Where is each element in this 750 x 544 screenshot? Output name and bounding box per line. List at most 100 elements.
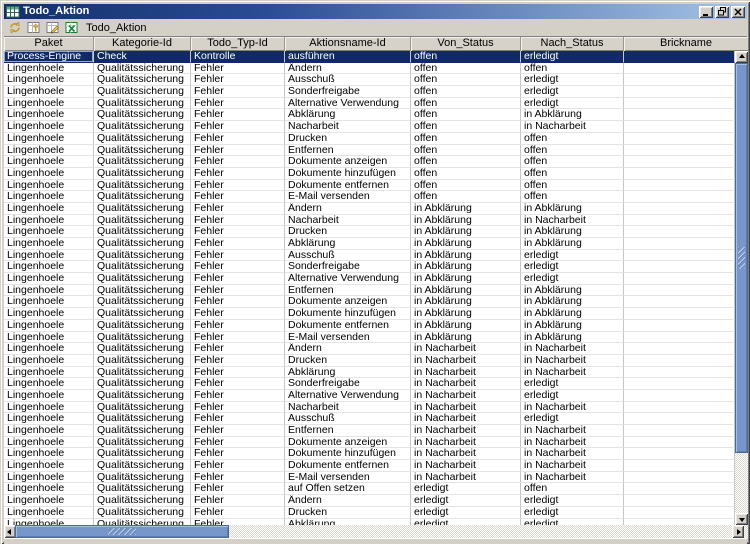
column-header-todo-typ-id[interactable]: Todo_Typ-Id: [191, 37, 285, 51]
cell[interactable]: in Abklärung: [411, 226, 521, 238]
horizontal-scroll-thumb[interactable]: [15, 525, 229, 538]
cell[interactable]: [624, 191, 735, 203]
table-row[interactable]: LingenhoeleQualitätssicherungFehlerNacha…: [4, 215, 735, 227]
cell[interactable]: Dokumente entfernen: [285, 320, 411, 332]
cell[interactable]: [624, 133, 735, 145]
cell[interactable]: Qualitätssicherung: [94, 343, 191, 355]
cell[interactable]: erledigt: [411, 483, 521, 495]
refresh-button[interactable]: [6, 20, 24, 36]
cell[interactable]: [624, 261, 735, 273]
cell[interactable]: Qualitätssicherung: [94, 378, 191, 390]
cell[interactable]: Fehler: [191, 483, 285, 495]
cell[interactable]: in Nacharbeit: [521, 448, 624, 460]
cell[interactable]: [624, 390, 735, 402]
cell[interactable]: Qualitätssicherung: [94, 203, 191, 215]
cell[interactable]: [624, 285, 735, 297]
cell[interactable]: [624, 296, 735, 308]
cell[interactable]: [624, 343, 735, 355]
cell[interactable]: offen: [411, 156, 521, 168]
cell[interactable]: Fehler: [191, 460, 285, 472]
cell[interactable]: Qualitätssicherung: [94, 156, 191, 168]
cell[interactable]: Lingenhoele: [4, 145, 94, 157]
cell[interactable]: Lingenhoele: [4, 168, 94, 180]
cell[interactable]: Lingenhoele: [4, 98, 94, 110]
cell[interactable]: in Nacharbeit: [521, 460, 624, 472]
cell[interactable]: [624, 273, 735, 285]
cell[interactable]: offen: [521, 145, 624, 157]
cell[interactable]: [624, 320, 735, 332]
cell[interactable]: Lingenhoele: [4, 367, 94, 379]
cell[interactable]: in Nacharbeit: [411, 355, 521, 367]
cell[interactable]: [624, 507, 735, 519]
cell[interactable]: Fehler: [191, 98, 285, 110]
column-header-brickname[interactable]: Brickname: [624, 37, 748, 51]
cell[interactable]: Fehler: [191, 86, 285, 98]
cell[interactable]: [624, 121, 735, 133]
table-row[interactable]: LingenhoeleQualitätssicherungFehlerDokum…: [4, 308, 735, 320]
cell[interactable]: Entfernen: [285, 425, 411, 437]
cell[interactable]: Sonderfreigabe: [285, 86, 411, 98]
table-row[interactable]: LingenhoeleQualitätssicherungFehlerauf O…: [4, 483, 735, 495]
cell[interactable]: offen: [521, 483, 624, 495]
table-row[interactable]: LingenhoeleQualitätssicherungFehlerAlter…: [4, 98, 735, 110]
cell[interactable]: Qualitätssicherung: [94, 86, 191, 98]
cell[interactable]: Abklärung: [285, 109, 411, 121]
cell[interactable]: in Abklärung: [521, 320, 624, 332]
cell[interactable]: in Nacharbeit: [411, 367, 521, 379]
table-row[interactable]: LingenhoeleQualitätssicherungFehlerDokum…: [4, 156, 735, 168]
column-header-nach-status[interactable]: Nach_Status: [521, 37, 624, 51]
table-row[interactable]: LingenhoeleQualitätssicherungFehlerDokum…: [4, 320, 735, 332]
cell[interactable]: [624, 355, 735, 367]
cell[interactable]: in Nacharbeit: [411, 448, 521, 460]
cell[interactable]: in Nacharbeit: [521, 437, 624, 449]
table-row[interactable]: LingenhoeleQualitätssicherungFehlerÄnder…: [4, 203, 735, 215]
cell[interactable]: Fehler: [191, 109, 285, 121]
cell[interactable]: in Nacharbeit: [411, 460, 521, 472]
cell[interactable]: in Nacharbeit: [521, 215, 624, 227]
table-row[interactable]: LingenhoeleQualitätssicherungFehlerAbklä…: [4, 109, 735, 121]
cell[interactable]: offen: [521, 63, 624, 75]
cell[interactable]: offen: [411, 98, 521, 110]
cell[interactable]: Alternative Verwendung: [285, 98, 411, 110]
cell[interactable]: E-Mail versenden: [285, 191, 411, 203]
cell[interactable]: Fehler: [191, 273, 285, 285]
cell[interactable]: in Abklärung: [521, 203, 624, 215]
cell[interactable]: Lingenhoele: [4, 226, 94, 238]
table-row[interactable]: LingenhoeleQualitätssicherungFehlerDokum…: [4, 296, 735, 308]
cell[interactable]: Fehler: [191, 121, 285, 133]
cell[interactable]: offen: [411, 74, 521, 86]
cell[interactable]: Fehler: [191, 203, 285, 215]
cell[interactable]: Qualitätssicherung: [94, 460, 191, 472]
cell[interactable]: erledigt: [521, 413, 624, 425]
cell[interactable]: [624, 250, 735, 262]
cell[interactable]: in Nacharbeit: [521, 355, 624, 367]
cell[interactable]: Qualitätssicherung: [94, 145, 191, 157]
cell[interactable]: Lingenhoele: [4, 390, 94, 402]
cell[interactable]: in Nacharbeit: [521, 343, 624, 355]
cell[interactable]: in Nacharbeit: [411, 472, 521, 484]
table-row[interactable]: LingenhoeleQualitätssicherungFehlerDokum…: [4, 460, 735, 472]
table-row[interactable]: LingenhoeleQualitätssicherungFehlerDokum…: [4, 437, 735, 449]
cell[interactable]: Fehler: [191, 402, 285, 414]
cell[interactable]: Dokumente hinzufügen: [285, 448, 411, 460]
cell[interactable]: Entfernen: [285, 145, 411, 157]
table-row[interactable]: LingenhoeleQualitätssicherungFehlerAlter…: [4, 273, 735, 285]
cell[interactable]: in Abklärung: [411, 332, 521, 344]
table-row[interactable]: LingenhoeleQualitätssicherungFehlerSonde…: [4, 261, 735, 273]
table-row[interactable]: LingenhoeleQualitätssicherungFehlerDruck…: [4, 226, 735, 238]
cell[interactable]: Ausschuß: [285, 250, 411, 262]
cell[interactable]: Fehler: [191, 320, 285, 332]
cell[interactable]: Fehler: [191, 355, 285, 367]
cell[interactable]: Lingenhoele: [4, 191, 94, 203]
table-row[interactable]: LingenhoeleQualitätssicherungFehlerDokum…: [4, 448, 735, 460]
cell[interactable]: Lingenhoele: [4, 261, 94, 273]
cell[interactable]: Fehler: [191, 437, 285, 449]
table-row[interactable]: LingenhoeleQualitätssicherungFehlerAussc…: [4, 250, 735, 262]
cell[interactable]: [624, 180, 735, 192]
cell[interactable]: Lingenhoele: [4, 109, 94, 121]
cell[interactable]: in Abklärung: [521, 226, 624, 238]
table-row[interactable]: LingenhoeleQualitätssicherungFehlerSonde…: [4, 378, 735, 390]
cell[interactable]: offen: [411, 168, 521, 180]
cell[interactable]: Lingenhoele: [4, 332, 94, 344]
cell[interactable]: Lingenhoele: [4, 308, 94, 320]
